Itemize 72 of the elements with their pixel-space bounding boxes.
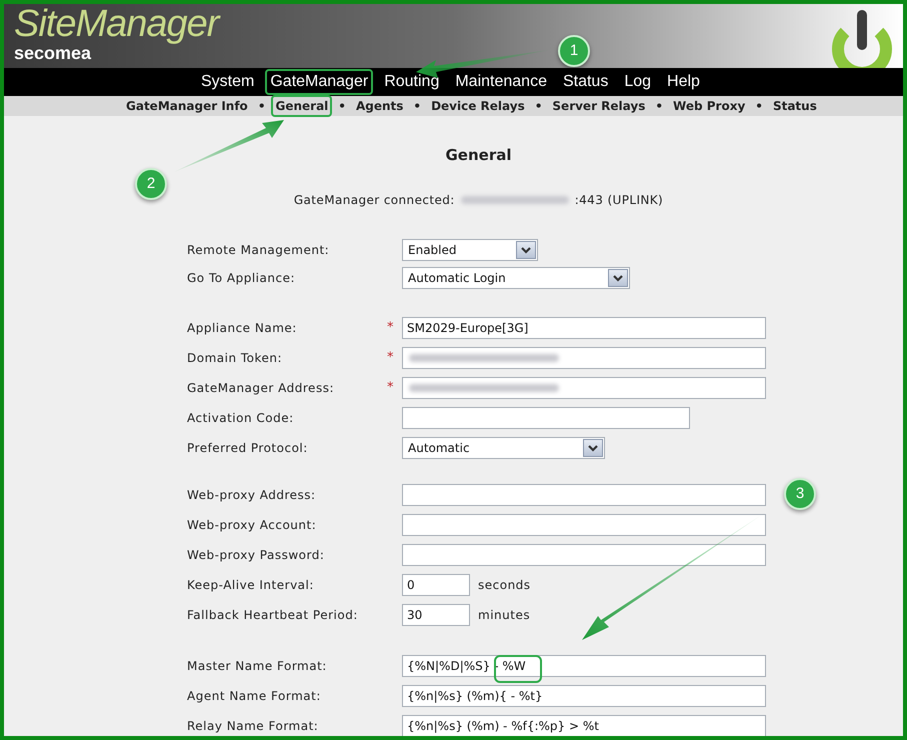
field-label: Web-proxy Address: — [187, 487, 317, 504]
menu-separator: • — [258, 98, 266, 115]
callout-number: 3 — [784, 478, 816, 510]
dropdown-button[interactable] — [608, 269, 628, 287]
select-value: Automatic Login — [408, 270, 506, 287]
text-field[interactable] — [402, 407, 690, 429]
text-field[interactable]: SM2029-Europe[3G] — [402, 317, 766, 339]
field-label: Go To Appliance: — [187, 270, 296, 287]
highlight-frame — [494, 655, 542, 683]
chevron-down-icon — [613, 274, 623, 282]
field-label: Master Name Format: — [187, 658, 328, 675]
menu-item[interactable]: GateManager — [265, 69, 374, 95]
text-field[interactable]: {%n|%s} (%m) - %f{:%p} > %t — [402, 715, 766, 736]
logo-title: SiteManager — [14, 4, 218, 44]
dropdown-select[interactable]: Enabled — [402, 239, 538, 261]
required-mark: * — [387, 319, 394, 338]
text-field[interactable] — [402, 544, 766, 566]
field-label: Fallback Heartbeat Period: — [187, 607, 359, 624]
select-value: Enabled — [408, 242, 456, 259]
brand-logo: secomea — [14, 44, 92, 62]
dropdown-button[interactable] — [583, 439, 603, 457]
submenu-item[interactable]: General — [271, 95, 332, 117]
connection-label: GateManager connected: — [294, 192, 455, 209]
text-field[interactable] — [402, 514, 766, 536]
required-mark: * — [387, 349, 394, 368]
menu-separator: • — [755, 98, 763, 115]
field-label: Domain Token: — [187, 350, 284, 367]
callout-number: 2 — [135, 168, 167, 200]
text-field[interactable]: {%n|%s} (%m){ - %t} — [402, 685, 766, 707]
field-label: Appliance Name: — [187, 320, 298, 337]
unit-label: seconds — [478, 577, 531, 594]
submenu-item[interactable]: Web Proxy — [669, 95, 750, 117]
field-label: Web-proxy Password: — [187, 547, 326, 564]
page-title: General — [446, 145, 512, 166]
field-label: Web-proxy Account: — [187, 517, 318, 534]
connection-port: :443 (UPLINK) — [574, 192, 664, 209]
menu-separator: • — [413, 98, 422, 115]
menu-item[interactable]: Log — [619, 69, 656, 95]
text-field[interactable]: 30 — [402, 604, 470, 626]
chevron-down-icon — [588, 444, 598, 452]
field-label: GateManager Address: — [187, 380, 335, 397]
text-field[interactable] — [402, 377, 766, 399]
submenu-item[interactable]: GateManager Info — [122, 95, 252, 117]
submenu-item[interactable]: Agents — [352, 95, 408, 117]
select-value: Automatic — [408, 440, 470, 457]
field-label: Remote Management: — [187, 242, 330, 259]
chevron-down-icon — [521, 246, 531, 254]
submenu-item[interactable]: Status — [768, 95, 821, 117]
dropdown-button[interactable] — [516, 241, 536, 259]
field-label: Keep-Alive Interval: — [187, 577, 315, 594]
submenu-item[interactable]: Server Relays — [548, 95, 650, 117]
menu-separator: • — [534, 98, 542, 115]
menu-item[interactable]: Status — [558, 69, 614, 95]
menu-item[interactable]: Routing — [379, 69, 444, 95]
menu-separator: • — [655, 98, 664, 115]
text-field[interactable] — [402, 484, 766, 506]
unit-label: minutes — [478, 607, 530, 624]
submenu-item[interactable]: Device Relays — [427, 95, 529, 117]
field-label: Relay Name Format: — [187, 718, 320, 735]
menu-item[interactable]: Help — [662, 69, 705, 95]
dropdown-select[interactable]: Automatic Login — [402, 267, 630, 289]
required-mark: * — [387, 379, 394, 398]
dropdown-select[interactable]: Automatic — [402, 437, 605, 459]
menu-item[interactable]: System — [196, 69, 260, 95]
field-label: Activation Code: — [187, 410, 295, 427]
field-label: Preferred Protocol: — [187, 440, 309, 457]
field-label: Agent Name Format: — [187, 688, 322, 705]
power-icon — [831, 10, 893, 68]
text-field[interactable] — [402, 347, 766, 369]
menu-item[interactable]: Maintenance — [450, 69, 552, 95]
menu-separator: • — [338, 98, 346, 115]
text-field[interactable]: 0 — [402, 574, 470, 596]
